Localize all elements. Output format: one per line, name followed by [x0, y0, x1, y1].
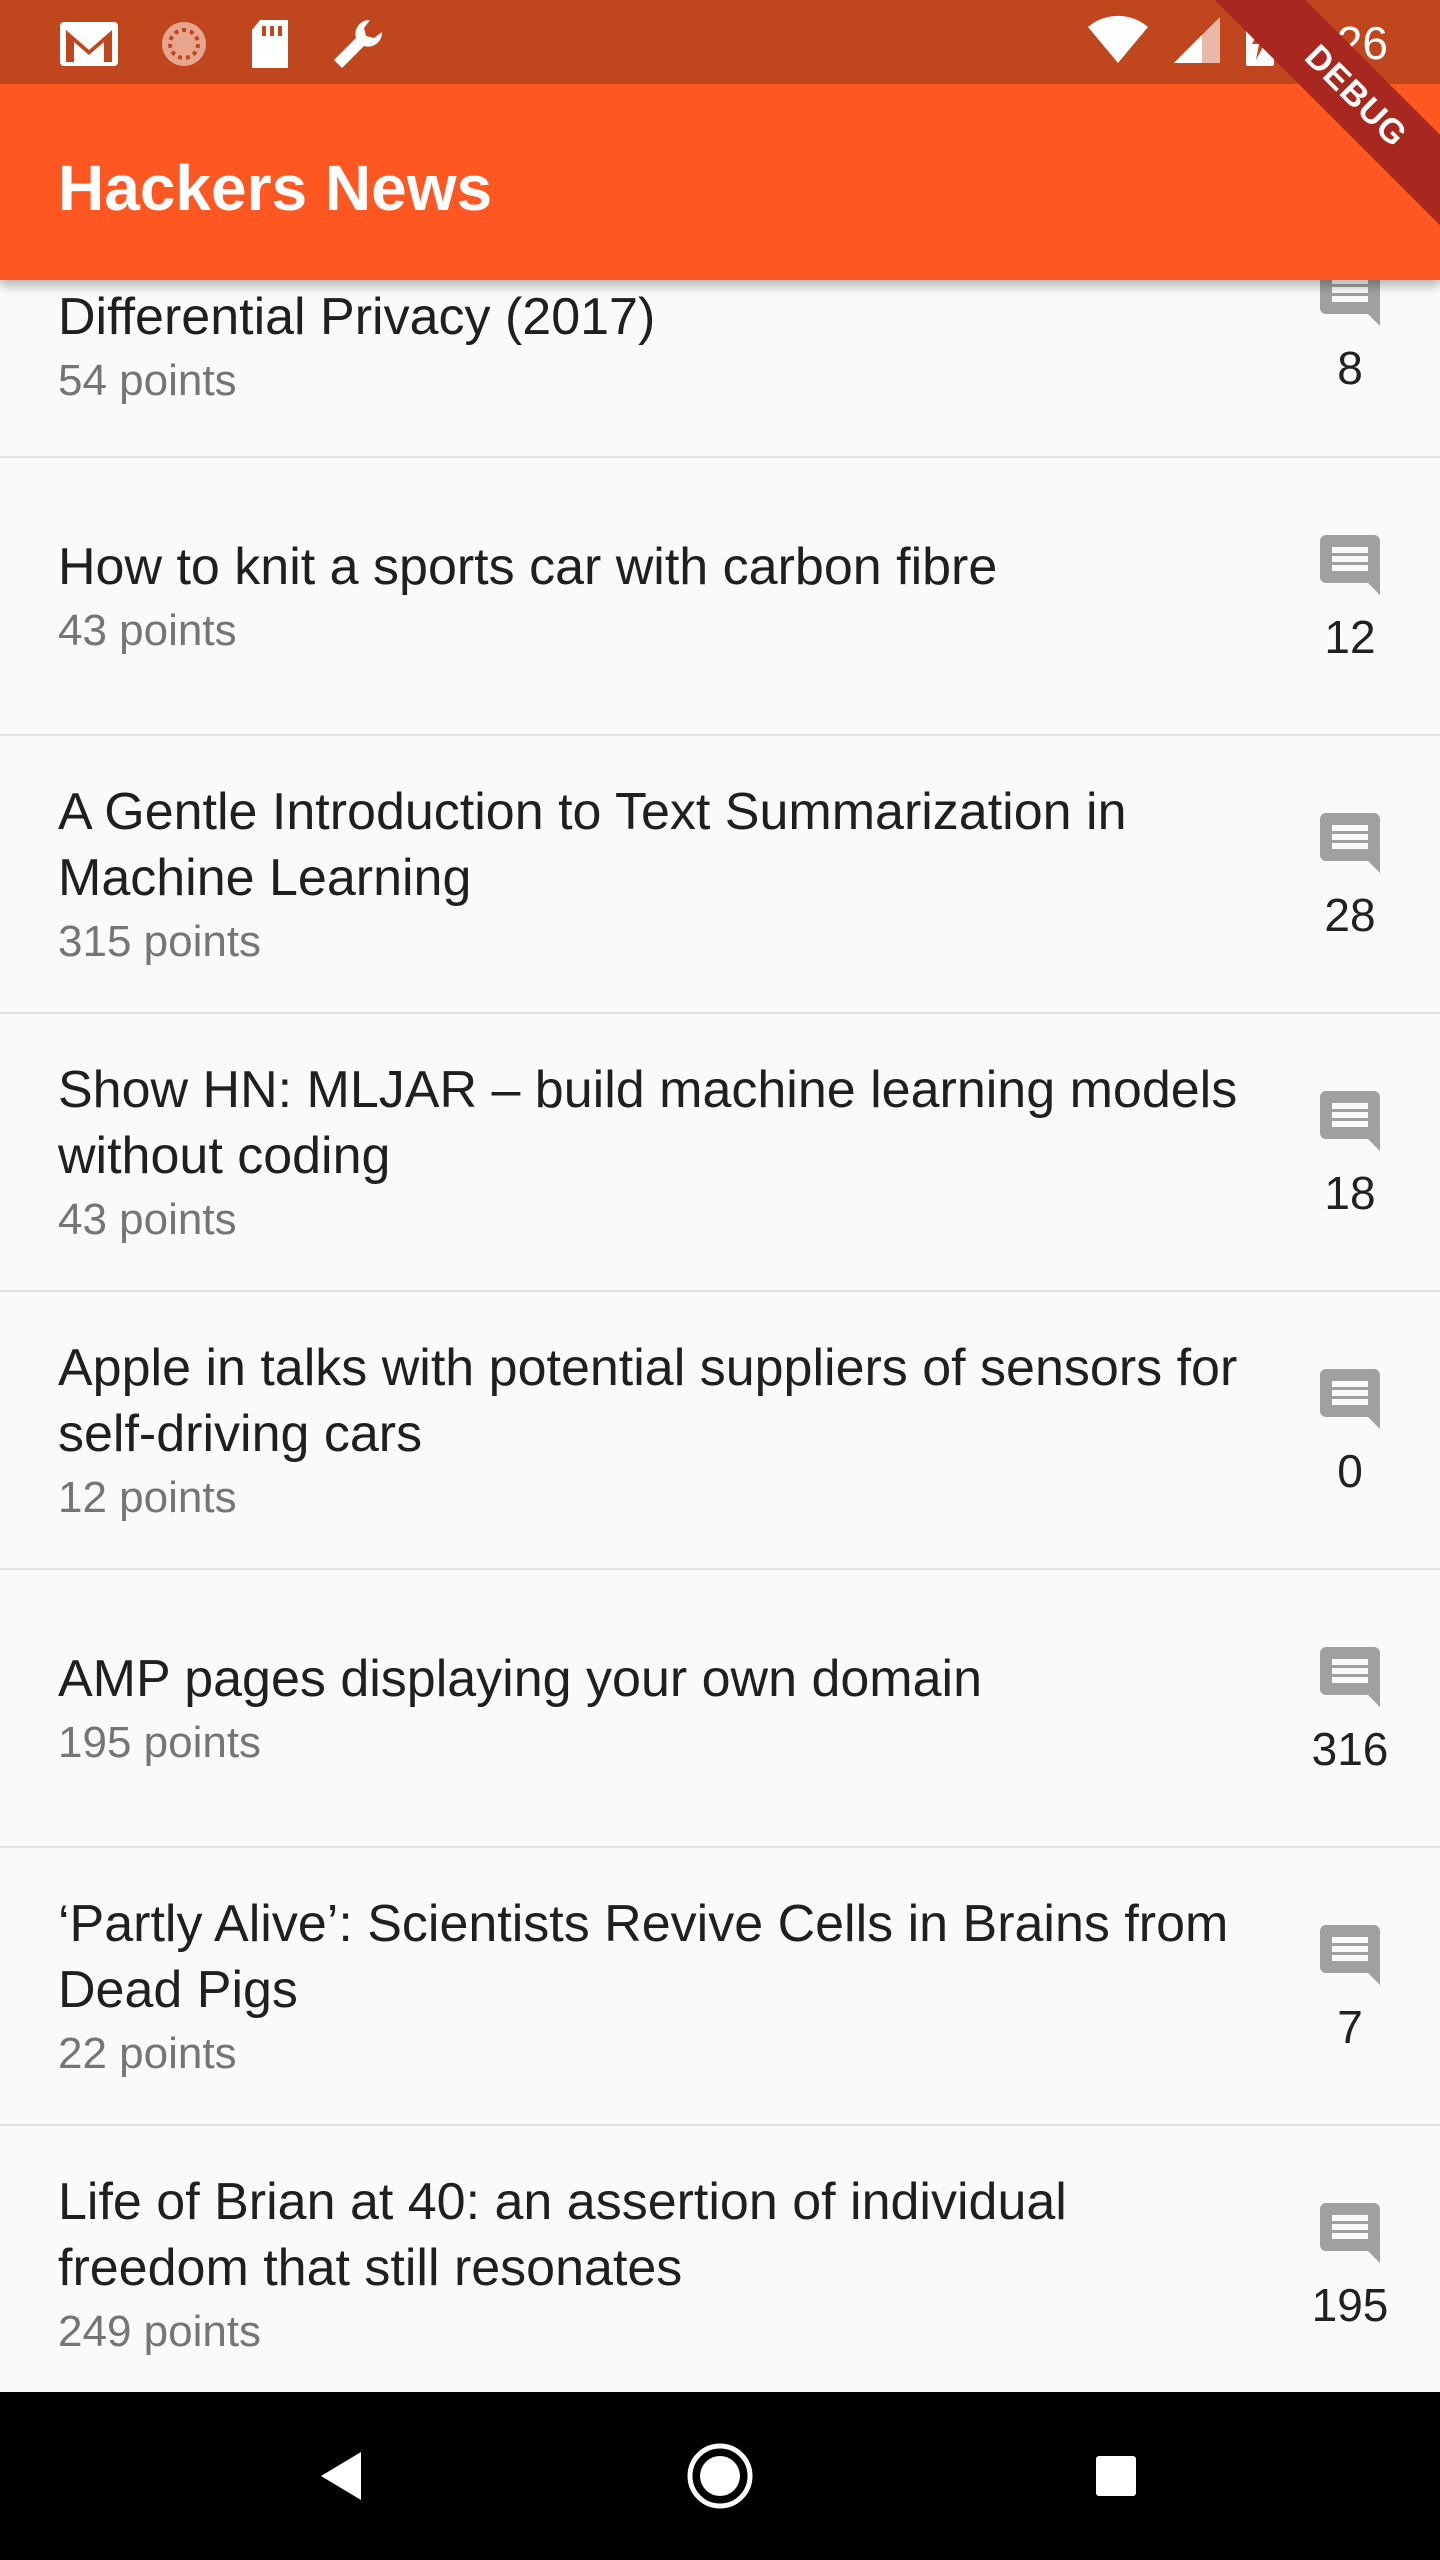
spinner-icon — [158, 18, 210, 75]
list-item[interactable]: Show HN: MLJAR – build machine learning … — [0, 1014, 1440, 1292]
comments-button[interactable]: 0 — [1290, 1292, 1410, 1570]
story-points: 43 points — [58, 606, 237, 655]
comment-icon — [1320, 535, 1380, 595]
wrench-icon — [330, 16, 386, 77]
story-title[interactable]: AMP pages displaying your own domain — [58, 1646, 1238, 1712]
recents-icon — [1096, 2456, 1136, 2496]
comments-button[interactable]: 7 — [1290, 1848, 1410, 2126]
comment-count: 18 — [1324, 1167, 1376, 1219]
comment-count: 7 — [1337, 2001, 1363, 2053]
story-title[interactable]: ‘Partly Alive’: Scientists Revive Cells … — [58, 1891, 1238, 2023]
status-bar: 4:26 — [0, 0, 1440, 84]
story-title[interactable]: Apple in talks with potential suppliers … — [58, 1335, 1238, 1467]
list-item[interactable]: Apple in talks with potential suppliers … — [0, 1292, 1440, 1570]
home-icon — [687, 2443, 753, 2509]
story-title[interactable]: How to knit a sports car with carbon fib… — [58, 534, 1238, 600]
story-title[interactable]: Show HN: MLJAR – build machine learning … — [58, 1057, 1238, 1189]
list-item[interactable]: ‘Partly Alive’: Scientists Revive Cells … — [0, 1848, 1440, 2126]
home-button[interactable] — [660, 2392, 780, 2560]
list-item[interactable]: A Gentle Introduction to Text Summarizat… — [0, 736, 1440, 1014]
comment-icon — [1320, 1925, 1380, 1985]
back-icon — [321, 2452, 361, 2500]
comments-button[interactable]: 316 — [1290, 1570, 1410, 1848]
comment-icon — [1320, 1647, 1380, 1707]
story-points: 22 points — [58, 2029, 237, 2078]
list-item[interactable]: Life of Brian at 40: an assertion of ind… — [0, 2126, 1440, 2404]
comments-button[interactable]: 195 — [1290, 2126, 1410, 2404]
back-button[interactable] — [280, 2392, 400, 2560]
gmail-icon — [58, 18, 120, 75]
app-title: Hackers News — [58, 152, 493, 224]
comment-count: 195 — [1311, 2279, 1389, 2331]
recents-button[interactable] — [1056, 2392, 1176, 2560]
story-title[interactable]: Differential Privacy (2017) — [58, 284, 1238, 350]
status-left-icons — [58, 16, 386, 77]
comments-button[interactable]: 12 — [1290, 458, 1410, 736]
story-title[interactable]: Life of Brian at 40: an assertion of ind… — [58, 2169, 1238, 2301]
comments-button[interactable]: 28 — [1290, 736, 1410, 1014]
comment-icon — [1320, 813, 1380, 873]
comments-button[interactable]: 18 — [1290, 1014, 1410, 1292]
story-points: 54 points — [58, 356, 237, 405]
list-item[interactable]: AMP pages displaying your own domain 195… — [0, 1570, 1440, 1848]
navigation-bar — [0, 2392, 1440, 2560]
comment-icon — [1320, 1369, 1380, 1429]
comment-count: 316 — [1311, 1723, 1389, 1775]
list-item[interactable]: How to knit a sports car with carbon fib… — [0, 458, 1440, 736]
story-title[interactable]: A Gentle Introduction to Text Summarizat… — [58, 779, 1238, 911]
comment-count: 8 — [1337, 342, 1363, 394]
comment-count: 0 — [1337, 1445, 1363, 1497]
story-points: 315 points — [58, 917, 262, 966]
story-points: 195 points — [58, 1718, 262, 1767]
app-bar: Hackers News — [0, 84, 1440, 280]
comment-count: 28 — [1324, 889, 1376, 941]
wifi-icon — [1086, 15, 1150, 70]
comment-count: 12 — [1324, 611, 1376, 663]
comment-icon — [1320, 2203, 1380, 2263]
story-points: 43 points — [58, 1195, 237, 1244]
sd-card-icon — [248, 18, 292, 75]
comment-icon — [1320, 1091, 1380, 1151]
cell-signal-icon — [1172, 15, 1222, 70]
story-points: 12 points — [58, 1473, 237, 1522]
story-points: 249 points — [58, 2307, 262, 2356]
